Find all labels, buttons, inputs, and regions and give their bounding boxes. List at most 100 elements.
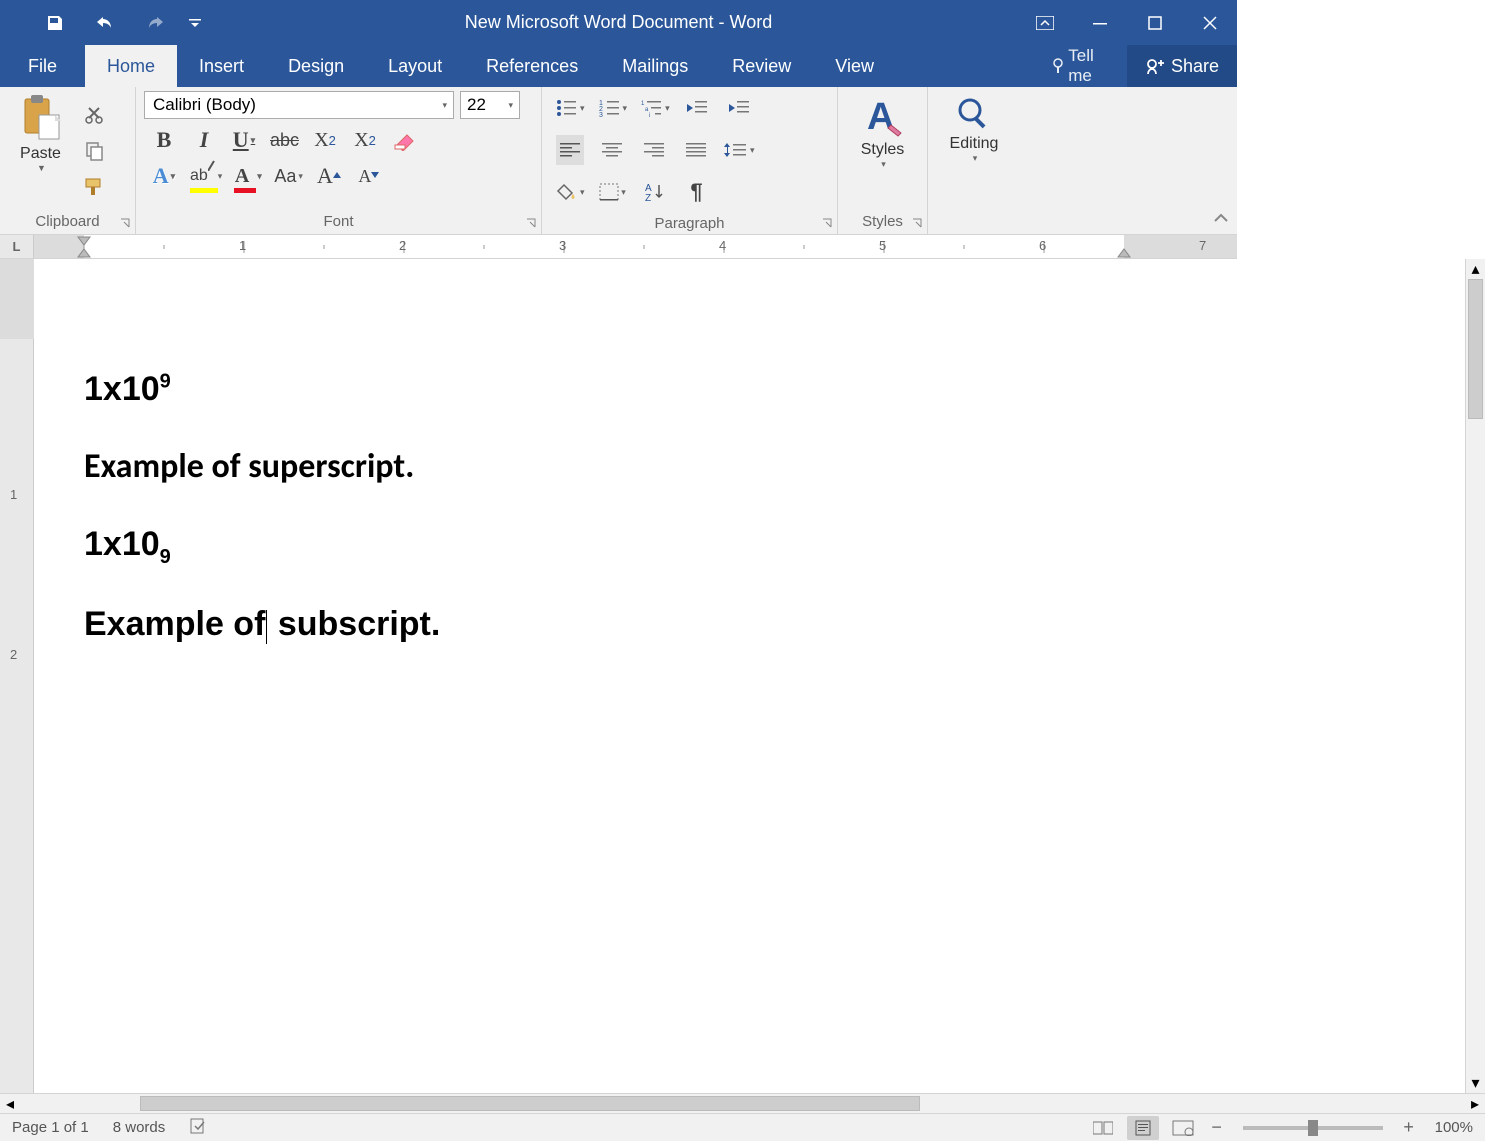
collapse-ribbon-icon[interactable] xyxy=(1213,210,1229,228)
svg-text:i: i xyxy=(649,113,650,117)
horizontal-ruler[interactable]: L 1 2 3 xyxy=(0,235,1237,259)
svg-text:3: 3 xyxy=(599,112,603,117)
web-layout-icon[interactable] xyxy=(1167,1116,1199,1140)
ruler-mark: 2 xyxy=(399,238,406,253)
maximize-icon[interactable] xyxy=(1127,0,1182,45)
group-editing: Editing ▾ xyxy=(928,87,1020,234)
close-icon[interactable] xyxy=(1182,0,1237,45)
group-label-font: Font xyxy=(144,211,533,234)
clear-formatting-icon[interactable] xyxy=(391,125,419,155)
align-right-button[interactable] xyxy=(640,135,668,165)
ruler-mark: 6 xyxy=(1039,238,1046,253)
font-color-button[interactable]: A▾ xyxy=(234,161,262,191)
ribbon-display-options-icon[interactable] xyxy=(1017,0,1072,45)
font-size-combo[interactable]: 22 ▾ xyxy=(460,91,520,119)
scroll-left-icon[interactable]: ◂ xyxy=(0,1094,20,1113)
tell-me-search[interactable]: Tell me xyxy=(1037,45,1127,87)
align-left-button[interactable] xyxy=(556,135,584,165)
document-page[interactable]: 1x109 Example of superscript. 1x109 Exam… xyxy=(34,259,1465,1093)
zoom-out-button[interactable]: − xyxy=(1207,1118,1227,1138)
scroll-track[interactable] xyxy=(1466,279,1485,1073)
shading-button[interactable]: ▾ xyxy=(556,177,585,207)
subscript-button[interactable]: X2 xyxy=(311,125,339,155)
document-content[interactable]: 1x109 Example of superscript. 1x109 Exam… xyxy=(84,369,1465,646)
strikethrough-button[interactable]: abc xyxy=(270,125,299,155)
chevron-down-icon: ▾ xyxy=(750,145,755,156)
align-center-button[interactable] xyxy=(598,135,626,165)
font-name-combo[interactable]: Calibri (Body) ▾ xyxy=(144,91,454,119)
paste-button[interactable]: Paste ▼ xyxy=(8,91,73,211)
word-count-status[interactable]: 8 words xyxy=(113,1119,166,1136)
vertical-ruler[interactable]: 1 2 xyxy=(0,259,34,1093)
vertical-scrollbar[interactable]: ▴ ▾ xyxy=(1465,259,1485,1093)
scroll-up-icon[interactable]: ▴ xyxy=(1466,259,1485,279)
tab-mailings[interactable]: Mailings xyxy=(600,45,710,87)
share-button[interactable]: Share xyxy=(1127,45,1237,87)
group-label-paragraph: Paragraph xyxy=(550,213,829,236)
underline-button[interactable]: U▾ xyxy=(230,125,258,155)
scroll-thumb[interactable] xyxy=(1468,279,1483,419)
italic-button[interactable]: I xyxy=(190,125,218,155)
tab-layout[interactable]: Layout xyxy=(366,45,464,87)
minimize-icon[interactable] xyxy=(1072,0,1127,45)
grow-font-button[interactable]: A xyxy=(315,161,343,191)
editing-button[interactable]: Editing ▾ xyxy=(938,91,1011,211)
ruler-mark: 1 xyxy=(239,238,246,253)
change-case-button[interactable]: Aa▾ xyxy=(274,161,303,191)
tab-home[interactable]: Home xyxy=(85,45,177,87)
cut-icon[interactable] xyxy=(81,100,109,130)
undo-icon[interactable] xyxy=(80,0,130,45)
scroll-right-icon[interactable]: ▸ xyxy=(1465,1094,1485,1113)
decrease-indent-button[interactable] xyxy=(684,93,712,123)
scroll-track[interactable] xyxy=(20,1094,1465,1113)
highlight-button[interactable]: ab▾ xyxy=(190,161,222,191)
zoom-in-button[interactable]: + xyxy=(1399,1118,1419,1138)
numbering-button[interactable]: 123▾ xyxy=(599,93,628,123)
line-spacing-button[interactable]: ▾ xyxy=(724,135,755,165)
shrink-font-button[interactable]: A xyxy=(355,161,383,191)
tab-references[interactable]: References xyxy=(464,45,600,87)
font-dialog-launcher-icon[interactable] xyxy=(525,216,539,230)
clipboard-dialog-launcher-icon[interactable] xyxy=(119,216,133,230)
svg-text:A: A xyxy=(867,96,894,138)
format-painter-icon[interactable] xyxy=(81,172,109,202)
zoom-slider-thumb[interactable] xyxy=(1308,1120,1318,1136)
redo-icon[interactable] xyxy=(130,0,180,45)
borders-button[interactable]: ▾ xyxy=(599,177,627,207)
text-effects-button[interactable]: A▾ xyxy=(150,161,178,191)
horizontal-scrollbar[interactable]: ◂ ▸ xyxy=(0,1093,1485,1113)
zoom-level[interactable]: 100% xyxy=(1435,1119,1473,1136)
svg-text:2: 2 xyxy=(10,647,17,662)
tab-review[interactable]: Review xyxy=(710,45,813,87)
zoom-slider[interactable] xyxy=(1243,1126,1383,1130)
window-title: New Microsoft Word Document - Word xyxy=(465,12,772,33)
page-number-status[interactable]: Page 1 of 1 xyxy=(12,1119,89,1136)
bold-button[interactable]: B xyxy=(150,125,178,155)
tab-insert[interactable]: Insert xyxy=(177,45,266,87)
styles-button[interactable]: A Styles ▾ xyxy=(849,91,917,211)
qat-customize-icon[interactable] xyxy=(180,0,210,45)
tab-file[interactable]: File xyxy=(0,45,85,87)
multilevel-list-button[interactable]: 1ai▾ xyxy=(641,93,670,123)
show-hide-button[interactable]: ¶ xyxy=(683,177,711,207)
justify-button[interactable] xyxy=(682,135,710,165)
styles-dialog-launcher-icon[interactable] xyxy=(911,216,925,230)
bullets-button[interactable]: ▾ xyxy=(556,93,585,123)
font-name-value: Calibri (Body) xyxy=(153,95,256,115)
save-icon[interactable] xyxy=(30,0,80,45)
read-mode-icon[interactable] xyxy=(1087,1116,1119,1140)
paragraph-dialog-launcher-icon[interactable] xyxy=(821,216,835,230)
scroll-thumb[interactable] xyxy=(140,1096,920,1111)
tab-design[interactable]: Design xyxy=(266,45,366,87)
print-layout-icon[interactable] xyxy=(1127,1116,1159,1140)
sort-button[interactable]: AZ xyxy=(641,177,669,207)
copy-icon[interactable] xyxy=(81,136,109,166)
spell-check-icon[interactable] xyxy=(189,1117,209,1139)
group-label-editing xyxy=(936,211,1012,234)
increase-indent-button[interactable] xyxy=(726,93,754,123)
chevron-down-icon: ▾ xyxy=(580,187,585,198)
superscript-button[interactable]: X2 xyxy=(351,125,379,155)
tab-view[interactable]: View xyxy=(813,45,896,87)
scroll-down-icon[interactable]: ▾ xyxy=(1466,1073,1485,1093)
chevron-down-icon: ▾ xyxy=(580,103,585,114)
